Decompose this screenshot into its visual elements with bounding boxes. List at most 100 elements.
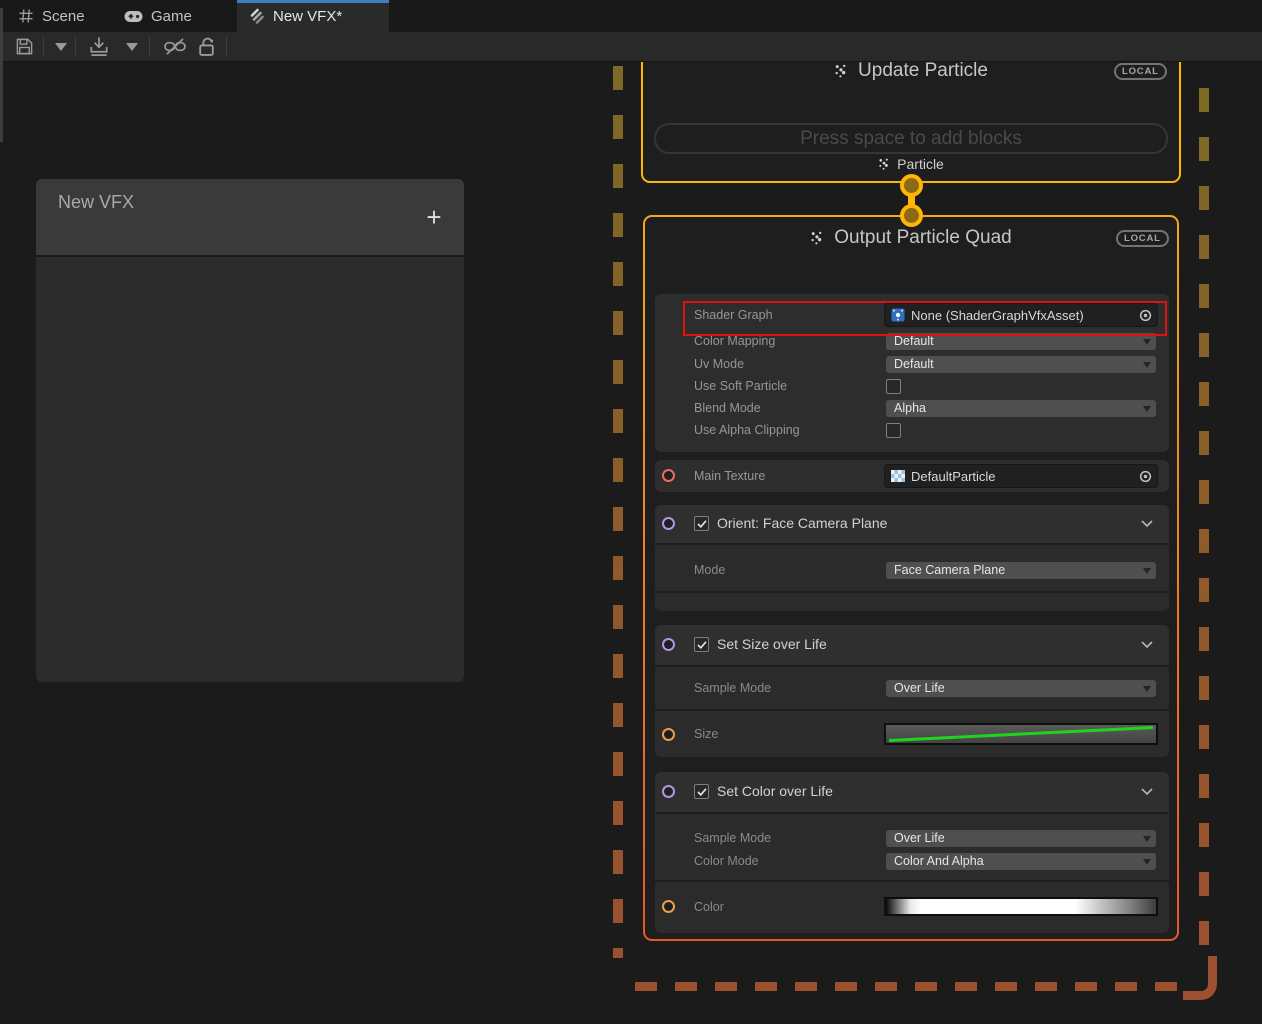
update-particle-node[interactable]: Update Particle LOCAL Press space to add… bbox=[641, 50, 1181, 183]
color-port[interactable] bbox=[662, 900, 675, 913]
blackboard-header: New VFX + bbox=[36, 179, 464, 255]
tab-game-label: Game bbox=[151, 8, 192, 25]
chevron-down-icon[interactable] bbox=[1141, 788, 1153, 796]
lock-toggle-button[interactable] bbox=[193, 32, 219, 61]
main-texture-row: Main Texture DefaultParticle bbox=[655, 460, 1169, 492]
chevron-down-icon[interactable] bbox=[1141, 520, 1153, 528]
object-picker-icon[interactable] bbox=[1139, 309, 1152, 322]
size-curve-field[interactable] bbox=[884, 723, 1158, 745]
scene-grid-icon bbox=[18, 8, 34, 24]
use-alpha-clipping-checkbox[interactable] bbox=[886, 423, 901, 438]
main-texture-value: DefaultParticle bbox=[911, 469, 1133, 484]
save-dropdown-button[interactable] bbox=[49, 32, 73, 61]
tab-game[interactable]: Game bbox=[118, 0, 218, 32]
vfx-graph-editor: Update Particle LOCAL Press space to add… bbox=[0, 0, 1262, 1024]
dropdown-arrow-icon bbox=[1143, 339, 1151, 345]
compile-icon bbox=[87, 35, 111, 58]
color-row: Color bbox=[655, 882, 1169, 933]
add-property-button[interactable]: + bbox=[420, 203, 448, 231]
use-alpha-clipping-label: Use Alpha Clipping bbox=[694, 422, 800, 439]
dropdown-arrow-icon bbox=[55, 43, 67, 51]
tab-new-vfx-label: New VFX* bbox=[273, 8, 342, 25]
size-curve bbox=[886, 725, 1156, 743]
toolbar-divider bbox=[149, 36, 150, 57]
color-mode-value: Color And Alpha bbox=[894, 854, 984, 868]
system-border-left bbox=[613, 66, 623, 958]
save-button[interactable] bbox=[10, 32, 38, 61]
add-blocks-placeholder[interactable]: Press space to add blocks bbox=[654, 123, 1168, 154]
orient-enabled-checkbox[interactable] bbox=[694, 516, 709, 531]
compile-dropdown-button[interactable] bbox=[120, 32, 144, 61]
uv-mode-value: Default bbox=[894, 357, 934, 371]
orient-mode-label: Mode bbox=[694, 562, 725, 579]
texture-asset-icon bbox=[891, 470, 905, 482]
set-color-block-title: Set Color over Life bbox=[717, 783, 833, 799]
size-sample-mode-dropdown[interactable]: Over Life bbox=[886, 680, 1156, 697]
flow-port-out[interactable] bbox=[900, 174, 923, 197]
color-mode-label: Color Mode bbox=[694, 853, 759, 870]
particle-icon bbox=[878, 158, 891, 171]
uv-mode-dropdown[interactable]: Default bbox=[886, 356, 1156, 373]
set-color-block-port[interactable] bbox=[662, 785, 675, 798]
gamepad-icon bbox=[124, 10, 143, 23]
chevron-down-icon[interactable] bbox=[1141, 641, 1153, 649]
blend-mode-value: Alpha bbox=[894, 401, 926, 415]
color-sample-mode-value: Over Life bbox=[894, 831, 945, 845]
system-border-bottom bbox=[635, 982, 1183, 991]
color-mapping-label: Color Mapping bbox=[694, 333, 775, 350]
toolbar-divider bbox=[43, 36, 44, 57]
save-icon bbox=[15, 37, 34, 56]
color-gradient-field[interactable] bbox=[884, 897, 1158, 916]
blend-mode-label: Blend Mode bbox=[694, 400, 761, 417]
particle-flow-anchor[interactable]: Particle bbox=[643, 156, 1179, 172]
color-mapping-dropdown[interactable]: Default bbox=[886, 333, 1156, 350]
set-size-block-header[interactable]: Set Size over Life bbox=[655, 625, 1169, 665]
output-node-body: Output Particle Quad LOCAL Shader Graph … bbox=[645, 217, 1177, 939]
update-node-title: Update Particle bbox=[858, 60, 988, 82]
size-sample-mode-value: Over Life bbox=[894, 681, 945, 695]
blend-mode-dropdown[interactable]: Alpha bbox=[886, 400, 1156, 417]
output-particle-quad-node[interactable]: Output Particle Quad LOCAL Shader Graph … bbox=[643, 215, 1179, 941]
update-node-title-row: Update Particle bbox=[643, 60, 1179, 82]
flow-anchor-label: Particle bbox=[897, 156, 944, 172]
main-texture-label: Main Texture bbox=[694, 464, 765, 488]
flow-port-in[interactable] bbox=[900, 204, 923, 227]
orient-block-port[interactable] bbox=[662, 517, 675, 530]
use-soft-particle-checkbox[interactable] bbox=[886, 379, 901, 394]
orient-block-header[interactable]: Orient: Face Camera Plane bbox=[655, 505, 1169, 543]
set-size-enabled-checkbox[interactable] bbox=[694, 637, 709, 652]
dropdown-arrow-icon bbox=[1143, 362, 1151, 368]
compile-button[interactable] bbox=[84, 32, 114, 61]
set-color-enabled-checkbox[interactable] bbox=[694, 784, 709, 799]
check-icon bbox=[697, 520, 707, 528]
tab-bar: Scene Game New VFX* bbox=[0, 0, 1262, 32]
main-texture-object-field[interactable]: DefaultParticle bbox=[884, 464, 1158, 488]
set-color-block-header[interactable]: Set Color over Life bbox=[655, 772, 1169, 812]
unlink-toggle-button[interactable] bbox=[160, 32, 190, 61]
orient-mode-dropdown[interactable]: Face Camera Plane bbox=[886, 562, 1156, 579]
dropdown-arrow-icon bbox=[1143, 859, 1151, 865]
color-sample-mode-dropdown[interactable]: Over Life bbox=[886, 830, 1156, 847]
tab-new-vfx[interactable]: New VFX* bbox=[237, 0, 389, 32]
output-node-title: Output Particle Quad bbox=[834, 227, 1011, 249]
dropdown-arrow-icon bbox=[1143, 568, 1151, 574]
set-size-block-port[interactable] bbox=[662, 638, 675, 651]
shader-graph-object-field[interactable]: None (ShaderGraphVfxAsset) bbox=[884, 303, 1158, 327]
shader-graph-label: Shader Graph bbox=[694, 303, 773, 327]
color-mapping-value: Default bbox=[894, 334, 934, 348]
tab-scene[interactable]: Scene bbox=[8, 0, 108, 32]
main-texture-port[interactable] bbox=[662, 469, 675, 482]
shader-graph-asset-icon bbox=[891, 308, 905, 322]
set-size-block-title: Set Size over Life bbox=[717, 636, 827, 652]
color-mode-dropdown[interactable]: Color And Alpha bbox=[886, 853, 1156, 870]
size-label: Size bbox=[694, 726, 718, 743]
object-picker-icon[interactable] bbox=[1139, 470, 1152, 483]
check-icon bbox=[697, 788, 707, 796]
orient-block-footer bbox=[655, 593, 1169, 611]
dropdown-arrow-icon bbox=[126, 43, 138, 51]
toolbar bbox=[0, 32, 1262, 62]
blackboard-panel[interactable]: New VFX + bbox=[36, 179, 464, 682]
output-settings-panel: Shader Graph None (ShaderGraphVfxAsset) … bbox=[655, 294, 1169, 452]
size-port[interactable] bbox=[662, 728, 675, 741]
orient-block-body: Mode Face Camera Plane bbox=[655, 545, 1169, 591]
